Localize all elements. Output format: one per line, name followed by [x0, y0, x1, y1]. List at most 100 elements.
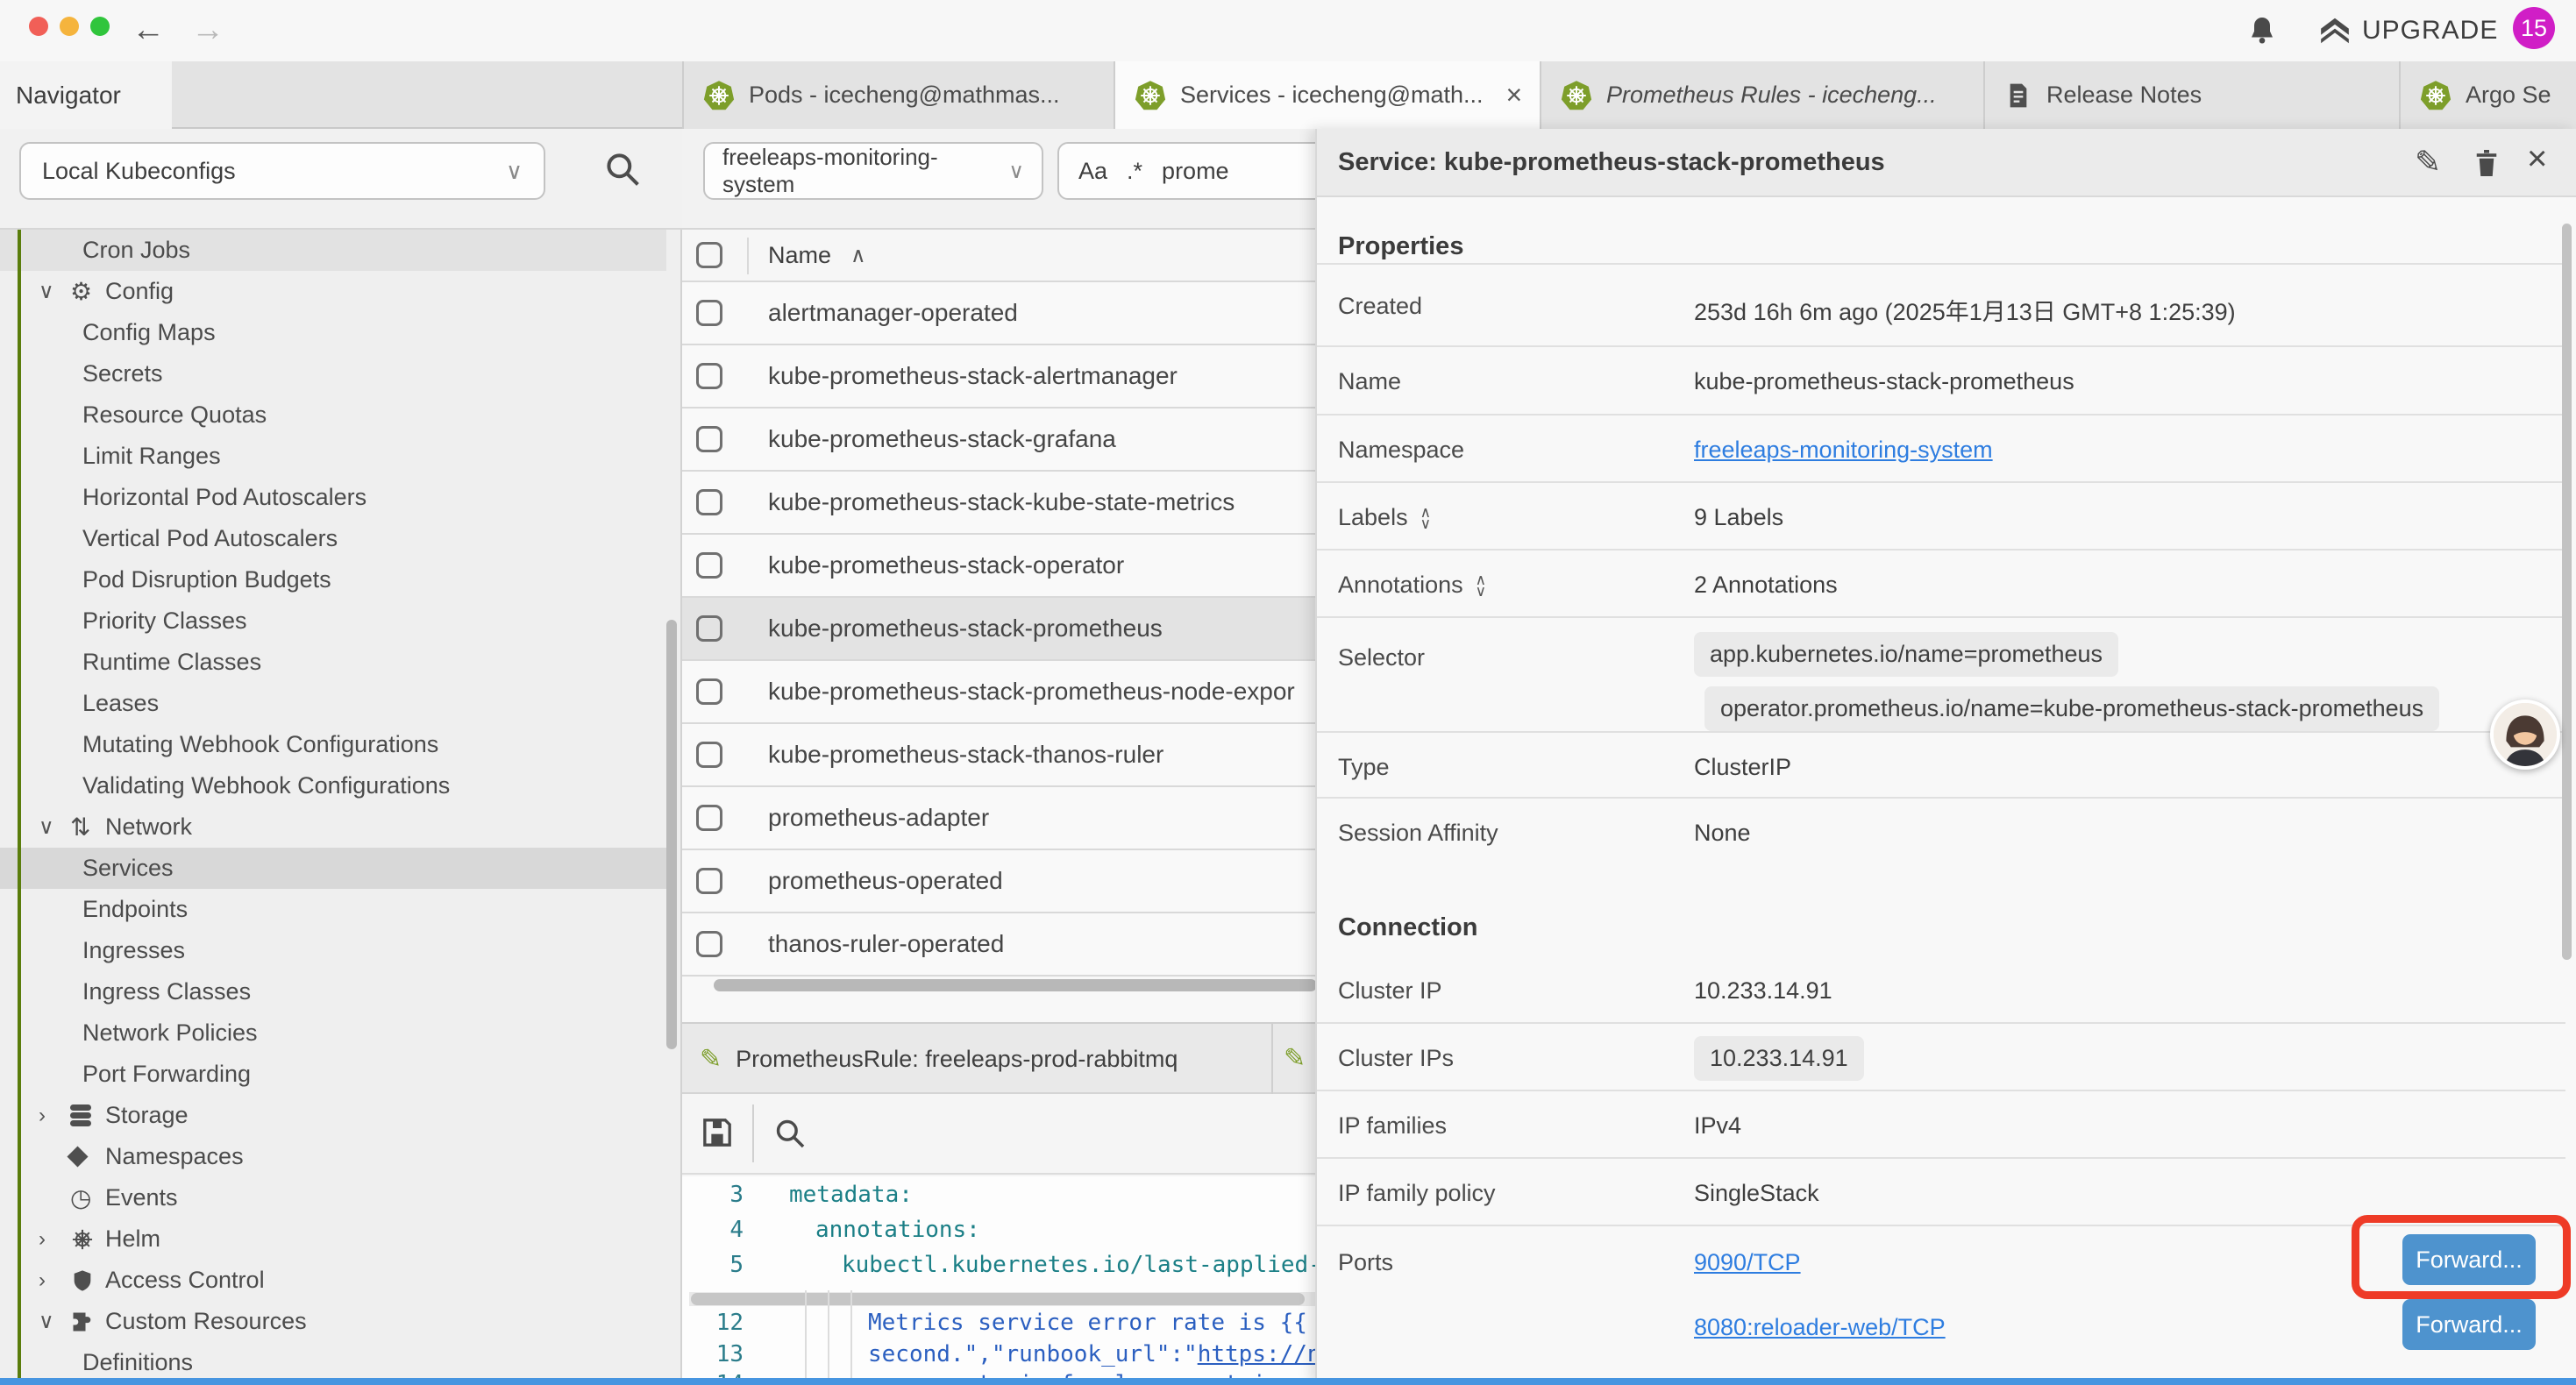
notifications-bell-icon[interactable]	[2246, 13, 2278, 48]
sidebar-item-services[interactable]: Services	[0, 848, 666, 889]
detail-scrollbar[interactable]	[2562, 224, 2572, 960]
namespace-link[interactable]: freeleaps-monitoring-system	[1694, 437, 1993, 464]
upgrade-button[interactable]: UPGRADE	[2362, 16, 2498, 46]
row-checkbox[interactable]	[696, 489, 722, 515]
table-row[interactable]: kube-prometheus-stack-grafana	[682, 408, 1317, 472]
forward-port-button[interactable]: Forward...	[2402, 1299, 2536, 1350]
sidebar-item-access-control[interactable]: › Access Control	[0, 1260, 666, 1301]
row-checkbox[interactable]	[696, 742, 722, 768]
maximize-window-button[interactable]	[90, 17, 110, 36]
sidebar-item-leases[interactable]: Leases	[0, 683, 666, 724]
yaml-editor[interactable]: 3metadata: 4annotations: 5kubectl.kubern…	[682, 1176, 1317, 1385]
select-all-checkbox[interactable]	[696, 242, 722, 268]
navigator-sidebar: Local Kubeconfigs ∨ Cron Jobs ∨ ⚙ Config…	[0, 129, 682, 1385]
port-link[interactable]: 9090/TCP	[1694, 1249, 1801, 1276]
document-icon	[2004, 80, 2032, 111]
sidebar-item-secrets[interactable]: Secrets	[0, 353, 666, 394]
tab-release-notes[interactable]: Release Notes	[1985, 61, 2401, 129]
sidebar-item-custom-resources[interactable]: ∨ Custom Resources	[0, 1301, 666, 1342]
dock-tab-prometheusrule[interactable]: ✎ PrometheusRule: freeleaps-prod-rabbitm…	[682, 1024, 1273, 1094]
tab-prometheus-rules[interactable]: Prometheus Rules - icecheng...	[1541, 61, 1985, 129]
tab-argo[interactable]: Argo Se	[2401, 61, 2576, 129]
minimize-window-button[interactable]	[60, 17, 79, 36]
sidebar-item-runtime-classes[interactable]: Runtime Classes	[0, 642, 666, 683]
expander-icon[interactable]: ∧∨	[1420, 507, 1431, 529]
row-checkbox[interactable]	[696, 615, 722, 642]
table-row[interactable]: kube-prometheus-stack-kube-state-metrics	[682, 472, 1317, 535]
sidebar-item-config-maps[interactable]: Config Maps	[0, 312, 666, 353]
runbook-url-link[interactable]: https://net	[1198, 1341, 1317, 1367]
row-checkbox[interactable]	[696, 363, 722, 389]
row-checkbox[interactable]	[696, 552, 722, 579]
close-tab-icon[interactable]: ×	[1506, 79, 1523, 111]
sidebar-item-horizontal-pod-autoscalers[interactable]: Horizontal Pod Autoscalers	[0, 477, 666, 518]
table-row[interactable]: thanos-ruler-operated	[682, 913, 1317, 977]
back-arrow-icon[interactable]: ←	[132, 11, 165, 49]
table-row-selected[interactable]: kube-prometheus-stack-prometheus	[682, 598, 1317, 661]
close-icon[interactable]: ×	[2527, 139, 2547, 179]
row-checkbox[interactable]	[696, 678, 722, 705]
sidebar-item-network[interactable]: ∨ ⇅ Network	[0, 806, 666, 848]
search-icon[interactable]	[773, 1117, 807, 1150]
sidebar-item-definitions[interactable]: Definitions	[0, 1342, 666, 1383]
sidebar-item-mutating-webhook-configurations[interactable]: Mutating Webhook Configurations	[0, 724, 666, 765]
port-link[interactable]: 8080:reloader-web/TCP	[1694, 1314, 1946, 1341]
sidebar-item-events[interactable]: ◷ Events	[0, 1177, 666, 1218]
sidebar-item-network-policies[interactable]: Network Policies	[0, 1012, 666, 1054]
forward-arrow-icon[interactable]: →	[191, 11, 224, 49]
sidebar-item-config[interactable]: ∨ ⚙ Config	[0, 271, 666, 312]
table-row[interactable]: prometheus-adapter	[682, 787, 1317, 850]
row-checkbox[interactable]	[696, 426, 722, 452]
sidebar-item-storage[interactable]: › Storage	[0, 1095, 666, 1136]
table-row[interactable]: kube-prometheus-stack-operator	[682, 535, 1317, 598]
row-checkbox[interactable]	[696, 805, 722, 831]
navigator-panel-tab[interactable]: Navigator	[0, 61, 172, 129]
upgrade-chevrons-icon[interactable]	[2318, 14, 2352, 47]
tab-pods[interactable]: Pods - icecheng@mathmas...	[682, 61, 1115, 129]
table-row[interactable]: prometheus-operated	[682, 850, 1317, 913]
edit-pencil-icon[interactable]: ✎	[2415, 144, 2441, 181]
row-checkbox[interactable]	[696, 868, 722, 894]
sidebar-item-validating-webhook-configurations[interactable]: Validating Webhook Configurations	[0, 765, 666, 806]
table-row[interactable]: alertmanager-operated	[682, 282, 1317, 345]
filter-bar: freeleaps-monitoring-system ∨ Aa .* prom…	[682, 129, 1317, 230]
sidebar-item-ingresses[interactable]: Ingresses	[0, 930, 666, 971]
sidebar-item-port-forwarding[interactable]: Port Forwarding	[0, 1054, 666, 1095]
user-avatar[interactable]	[2490, 700, 2560, 770]
table-row[interactable]: kube-prometheus-stack-thanos-ruler	[682, 724, 1317, 787]
row-checkbox[interactable]	[696, 931, 722, 957]
namespace-select[interactable]: freeleaps-monitoring-system ∨	[703, 142, 1043, 200]
table-row[interactable]: kube-prometheus-stack-alertmanager	[682, 345, 1317, 408]
row-checkbox[interactable]	[696, 300, 722, 326]
sidebar-item-pod-disruption-budgets[interactable]: Pod Disruption Budgets	[0, 559, 666, 600]
match-case-toggle[interactable]: Aa	[1078, 158, 1107, 185]
toolbar-divider	[752, 1104, 754, 1162]
search-icon[interactable]	[603, 150, 642, 188]
sidebar-item-endpoints[interactable]: Endpoints	[0, 889, 666, 930]
tab-services[interactable]: Services - icecheng@math... ×	[1115, 61, 1541, 129]
sidebar-item-vertical-pod-autoscalers[interactable]: Vertical Pod Autoscalers	[0, 518, 666, 559]
regex-toggle[interactable]: .*	[1127, 158, 1142, 185]
editor-hscrollbar-thumb[interactable]	[691, 1293, 1305, 1305]
table-row[interactable]: kube-prometheus-stack-prometheus-node-ex…	[682, 661, 1317, 724]
sidebar-item-helm[interactable]: › Helm	[0, 1218, 666, 1260]
save-icon[interactable]	[700, 1115, 735, 1150]
sidebar-item-ingress-classes[interactable]: Ingress Classes	[0, 971, 666, 1012]
expander-icon[interactable]: ∧∨	[1476, 574, 1486, 597]
sidebar-item-priority-classes[interactable]: Priority Classes	[0, 600, 666, 642]
sidebar-scrollbar[interactable]	[666, 620, 677, 1049]
sidebar-item-limit-ranges[interactable]: Limit Ranges	[0, 436, 666, 477]
sidebar-item-namespaces[interactable]: Namespaces	[0, 1136, 666, 1177]
horizontal-scrollbar[interactable]	[714, 979, 1317, 991]
notification-count-badge[interactable]: 15	[2513, 7, 2555, 49]
sort-ascending-icon[interactable]: ∧	[850, 243, 866, 268]
delete-trash-icon[interactable]	[2471, 146, 2502, 180]
kubeconfig-select[interactable]: Local Kubeconfigs ∨	[19, 142, 545, 200]
close-window-button[interactable]	[29, 17, 48, 36]
sidebar-item-resource-quotas[interactable]: Resource Quotas	[0, 394, 666, 436]
dock-tab-next[interactable]: ✎	[1273, 1024, 1317, 1092]
column-header-name[interactable]: Name	[768, 242, 831, 269]
search-input[interactable]: Aa .* prome	[1057, 142, 1317, 200]
tab-strip: Navigator Pods - icecheng@mathmas... Ser…	[0, 61, 2576, 129]
sidebar-item-cron-jobs[interactable]: Cron Jobs	[0, 230, 666, 271]
